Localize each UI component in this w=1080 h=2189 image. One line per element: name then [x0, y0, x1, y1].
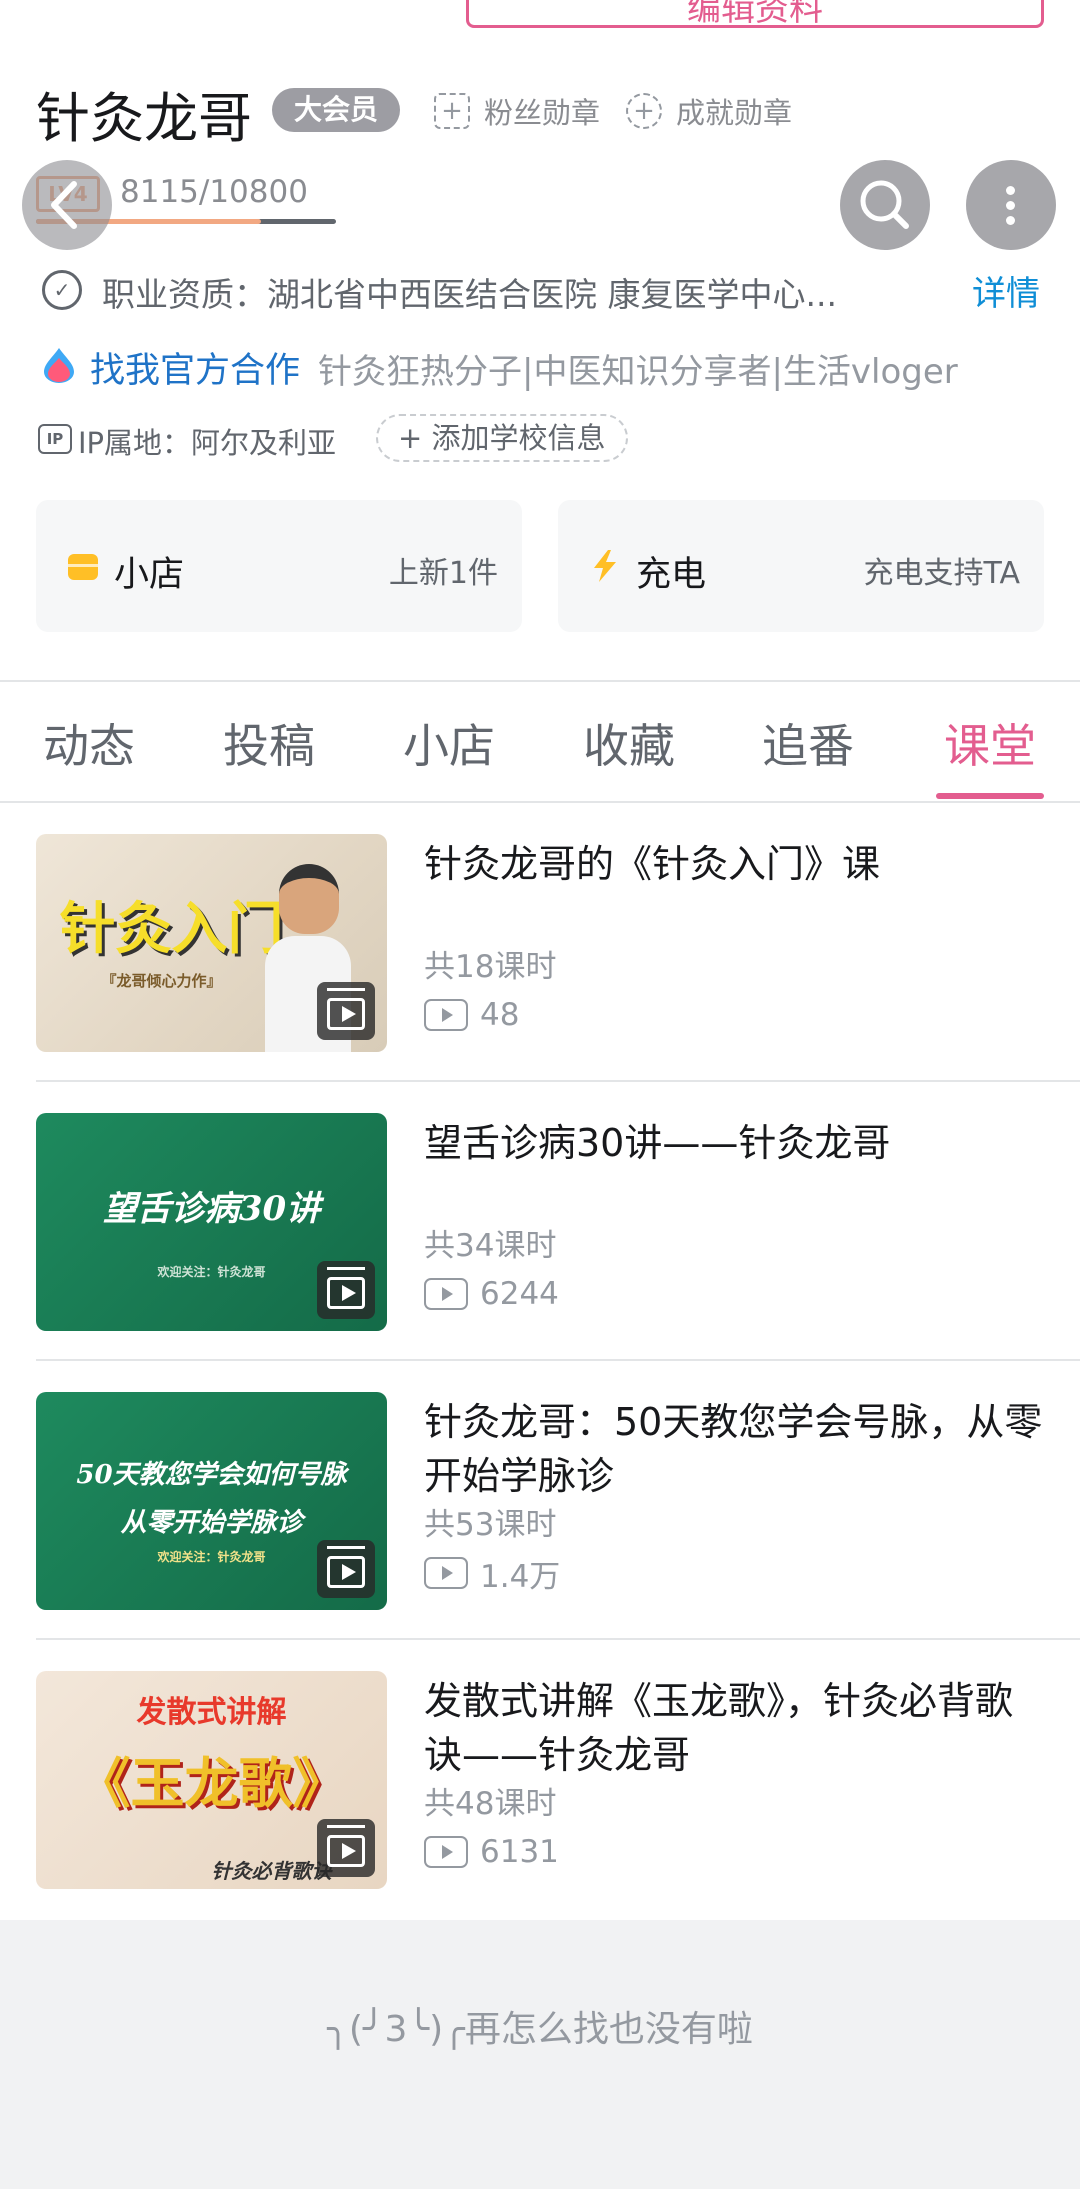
course-item[interactable]: 望舌诊病30讲 欢迎关注：针灸龙哥 望舌诊病30讲——针灸龙哥 共34课时 62…: [0, 1082, 1080, 1361]
course-views: 48: [424, 995, 519, 1035]
course-views: 1.4万: [424, 1553, 561, 1595]
more-button[interactable]: [966, 160, 1056, 250]
achievement-medal-label: 成就勋章: [676, 96, 793, 130]
edit-profile-label: 编辑资料: [687, 0, 823, 29]
course-views-value: 6131: [480, 1834, 559, 1870]
course-item[interactable]: 50天教您学会如何号脉 从零开始学脉诊 欢迎关注：针灸龙哥 针灸龙哥：50天教您…: [0, 1361, 1080, 1640]
end-of-list-text: ╮(╯3╰)╭再怎么找也没有啦: [327, 2009, 753, 2050]
charge-card-label: 充电: [636, 555, 707, 595]
course-thumbnail: 50天教您学会如何号脉 从零开始学脉诊 欢迎关注：针灸龙哥: [36, 1392, 387, 1610]
course-thumbnail: 望舌诊病30讲 欢迎关注：针灸龙哥: [36, 1113, 387, 1331]
vip-badge[interactable]: 大会员: [272, 88, 401, 132]
more-dot-icon: [1006, 216, 1015, 225]
course-views: 6131: [424, 1832, 559, 1872]
course-views: 6244: [424, 1274, 559, 1314]
collab-drop-icon: [44, 348, 74, 383]
fan-medal-label: 粉丝勋章: [484, 96, 601, 130]
back-button[interactable]: [22, 160, 112, 250]
course-play-icon: [317, 1261, 375, 1319]
course-play-icon: [317, 1540, 375, 1598]
thumb-title: 50天教您学会如何号脉: [76, 1460, 347, 1490]
fan-medal[interactable]: + 粉丝勋章: [434, 90, 600, 132]
tab-shop[interactable]: 小店: [403, 710, 495, 776]
active-tab-indicator: [936, 793, 1044, 799]
add-medal-icon: +: [434, 93, 470, 129]
tab-anime[interactable]: 追番: [762, 710, 854, 776]
lightning-icon: [594, 550, 616, 582]
official-collab-link[interactable]: 找我官方合作: [90, 342, 300, 393]
course-lessons: 共34课时: [424, 1228, 557, 1264]
thumb-title: 发散式讲解: [136, 1695, 287, 1730]
tab-dynamic[interactable]: 动态: [43, 710, 135, 776]
section-divider: [0, 680, 1080, 682]
tab-classroom[interactable]: 课堂: [944, 710, 1036, 776]
search-icon: [860, 180, 909, 229]
course-lessons: 共48课时: [424, 1786, 557, 1822]
search-button[interactable]: [840, 160, 930, 250]
play-count-icon: [424, 1557, 468, 1589]
more-dot-icon: [1006, 201, 1015, 210]
tab-uploads[interactable]: 投稿: [223, 710, 315, 776]
play-count-icon: [424, 1836, 468, 1868]
course-views-value: 48: [480, 997, 520, 1033]
shop-card-note: 上新1件: [388, 556, 498, 591]
play-count-icon: [424, 999, 468, 1031]
ip-location-text: IP属地：阿尔及利亚: [78, 426, 337, 460]
add-school-label: 添加学校信息: [431, 421, 606, 455]
list-end-footer: ╮(╯3╰)╭再怎么找也没有啦: [0, 1920, 1080, 2189]
shop-card[interactable]: 小店 上新1件: [36, 500, 522, 632]
course-views-value: 1.4万: [480, 1558, 561, 1595]
course-thumbnail: 发散式讲解 《玉龙歌》 针灸必背歌诀: [36, 1671, 387, 1889]
qualification-text: 职业资质：湖北省中西医结合医院 康复医学中心...: [102, 275, 837, 314]
course-lessons: 共53课时: [424, 1507, 557, 1543]
more-dot-icon: [1006, 186, 1015, 195]
course-title: 针灸龙哥：50天教您学会号脉，从零开始学脉诊: [424, 1400, 1043, 1498]
achievement-medal[interactable]: + 成就勋章: [626, 90, 792, 132]
play-count-icon: [424, 1278, 468, 1310]
course-title: 望舌诊病30讲——针灸龙哥: [424, 1121, 891, 1165]
add-achievement-icon: +: [626, 93, 662, 129]
course-play-icon: [317, 982, 375, 1040]
course-item[interactable]: 针灸入门 『龙哥倾心力作』 针灸龙哥的《针灸入门》课 共18课时 48: [0, 803, 1080, 1082]
charge-card-note: 充电支持TA: [863, 556, 1020, 591]
thumb-title: 望舌诊病30讲: [102, 1189, 321, 1229]
ip-location-icon: IP: [38, 424, 72, 454]
course-item[interactable]: 发散式讲解 《玉龙歌》 针灸必背歌诀 发散式讲解《玉龙歌》，针灸必背歌诀——针灸…: [0, 1640, 1080, 1919]
thumb-title-line2: 从零开始学脉诊: [120, 1508, 303, 1538]
verified-check-icon: ✓: [42, 270, 82, 310]
charge-card[interactable]: 充电 充电支持TA: [558, 500, 1044, 632]
course-play-icon: [317, 1819, 375, 1877]
qualification-detail-link[interactable]: 详情: [972, 266, 1040, 315]
course-title: 针灸龙哥的《针灸入门》课: [424, 842, 881, 886]
course-lessons: 共18课时: [424, 949, 557, 985]
course-title: 发散式讲解《玉龙歌》，针灸必背歌诀——针灸龙哥: [424, 1679, 1014, 1777]
course-views-value: 6244: [480, 1276, 559, 1312]
add-school-button[interactable]: + 添加学校信息: [376, 414, 628, 462]
signature-text: 针灸狂热分子|中医知识分享者|生活vloger: [318, 352, 958, 392]
back-arrow-icon: [51, 181, 77, 229]
profile-name: 针灸龙哥: [36, 87, 252, 150]
shop-card-label: 小店: [114, 555, 185, 595]
plus-icon: +: [398, 421, 432, 455]
thumb-title-line2: 《玉龙歌》: [76, 1751, 347, 1815]
course-thumbnail: 针灸入门 『龙哥倾心力作』: [36, 834, 387, 1052]
shop-icon: [68, 554, 98, 580]
tab-favorites[interactable]: 收藏: [583, 710, 675, 776]
edit-profile-button[interactable]: 编辑资料: [466, 0, 1044, 29]
exp-text: 8115/10800: [120, 174, 308, 210]
